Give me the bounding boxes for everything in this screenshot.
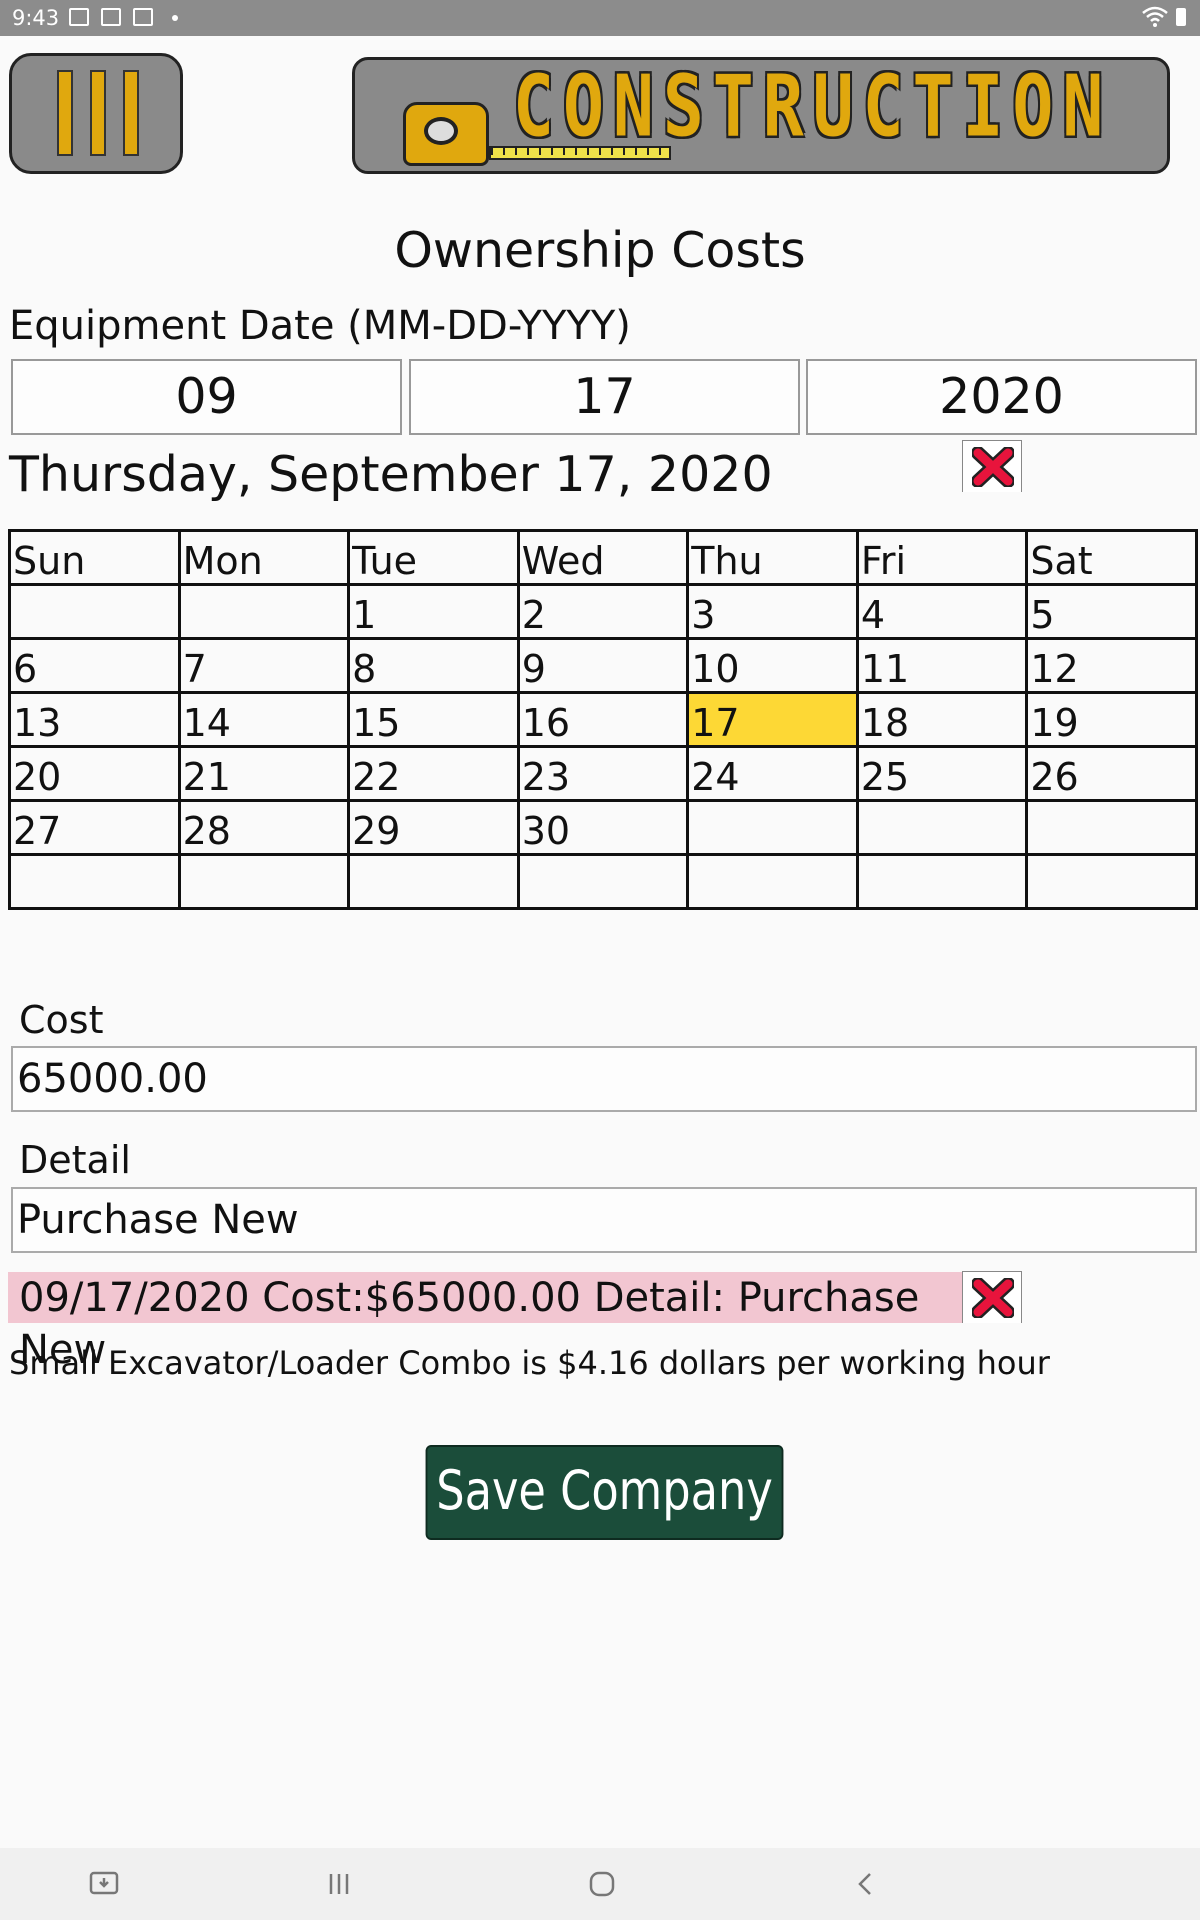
download-notification-icon (101, 8, 121, 26)
weekday-mon: Mon (177, 529, 351, 586)
menu-button[interactable] (9, 53, 183, 174)
calendar-day-16[interactable]: 16 (516, 691, 690, 748)
battery-icon (1176, 8, 1186, 26)
calendar-empty-cell (8, 583, 181, 640)
delete-entry-button[interactable] (962, 1271, 1022, 1323)
menu-icon-bar (90, 70, 106, 156)
calendar-empty-cell (347, 853, 520, 910)
red-x-icon (972, 447, 1014, 487)
weekday-tue: Tue (347, 529, 520, 586)
mail-notification-icon (133, 8, 153, 26)
calendar-week-row: 20 21 22 23 24 25 26 (8, 745, 1198, 802)
cost-label: Cost (19, 998, 104, 1042)
save-company-button[interactable]: Save Company (425, 1445, 784, 1540)
calendar-day-25[interactable]: 25 (855, 745, 1029, 802)
cost-entry-row[interactable]: 09/17/2020 Cost:$65000.00 Detail: Purcha… (8, 1272, 962, 1373)
calendar-day-18[interactable]: 18 (855, 691, 1029, 748)
wifi-icon (1141, 4, 1169, 33)
calendar-day-27[interactable]: 27 (8, 799, 181, 856)
weekday-sun: Sun (8, 529, 181, 586)
calendar-day-17[interactable]: 17 (686, 691, 859, 748)
red-x-icon (972, 1278, 1014, 1318)
rate-summary-text: Small Excavator/Loader Combo is $4.16 do… (9, 1344, 1050, 1382)
clear-date-button[interactable] (962, 440, 1022, 492)
long-date-text: Thursday, September 17, 2020 (9, 446, 773, 503)
menu-icon-bar (123, 70, 139, 156)
equipment-date-label: Equipment Date (MM-DD-YYYY) (9, 303, 631, 349)
calendar-day-20[interactable]: 20 (8, 745, 181, 802)
status-bar: 9:43 (0, 0, 1200, 36)
calendar-header-row: Sun Mon Tue Wed Thu Fri Sat (8, 529, 1198, 586)
calendar-empty-cell (8, 853, 181, 910)
weekday-wed: Wed (516, 529, 690, 586)
calendar-empty-cell (177, 583, 351, 640)
calendar-day-15[interactable]: 15 (347, 691, 520, 748)
date-day-field[interactable]: 17 (409, 359, 800, 435)
calendar-grid: Sun Mon Tue Wed Thu Fri Sat 1 2 3 4 5 6 7 8 9 10 1… (8, 529, 1198, 910)
detail-label: Detail (19, 1138, 131, 1182)
calendar-week-row: 6 7 8 9 10 11 12 (8, 637, 1198, 694)
calendar-empty-cell (177, 853, 351, 910)
calendar-day-19[interactable]: 19 (1025, 691, 1198, 748)
recent-apps-icon[interactable] (321, 1866, 357, 1902)
calendar-day-26[interactable]: 26 (1025, 745, 1198, 802)
calendar-body: 1 2 3 4 5 6 7 8 9 10 11 12 13 14 15 16 17 18 19 20 21 22 23 24 2… (8, 583, 1198, 910)
page-title: Ownership Costs (394, 222, 806, 279)
construction-logo: CONSTRUCTION (352, 57, 1170, 174)
calendar-day-1[interactable]: 1 (347, 583, 520, 640)
calendar-empty-cell (686, 853, 859, 910)
calendar-day-10[interactable]: 10 (686, 637, 859, 694)
calendar-day-7[interactable]: 7 (177, 637, 351, 694)
menu-icon (57, 70, 73, 156)
calendar-day-29[interactable]: 29 (347, 799, 520, 856)
calendar-empty-cell (516, 853, 690, 910)
cost-input[interactable]: 65000.00 (11, 1046, 1197, 1112)
calendar-day-6[interactable]: 6 (8, 637, 181, 694)
calendar-day-28[interactable]: 28 (177, 799, 351, 856)
calendar-day-24[interactable]: 24 (686, 745, 859, 802)
calendar-week-row: 27 28 29 30 (8, 799, 1198, 856)
calendar-day-11[interactable]: 11 (855, 637, 1029, 694)
calendar-empty-cell (855, 853, 1029, 910)
calendar-day-9[interactable]: 9 (516, 637, 690, 694)
gallery-notification-icon (69, 8, 89, 26)
calendar-day-4[interactable]: 4 (855, 583, 1029, 640)
weekday-thu: Thu (686, 529, 859, 586)
calendar-day-5[interactable]: 5 (1025, 583, 1198, 640)
calendar-day-30[interactable]: 30 (516, 799, 690, 856)
calendar-day-22[interactable]: 22 (347, 745, 520, 802)
calendar-day-23[interactable]: 23 (516, 745, 690, 802)
calendar-week-row: 13 14 15 16 17 18 19 (8, 691, 1198, 748)
date-year-field[interactable]: 2020 (806, 359, 1197, 435)
system-nav-bar (0, 1848, 1200, 1920)
detail-input[interactable]: Purchase New (11, 1187, 1197, 1253)
more-notifications-icon (172, 15, 178, 21)
weekday-sat: Sat (1025, 529, 1198, 586)
calendar-day-21[interactable]: 21 (177, 745, 351, 802)
calendar-empty-cell (855, 799, 1029, 856)
status-time: 9:43 (12, 6, 60, 30)
calendar-day-3[interactable]: 3 (686, 583, 859, 640)
calendar-day-14[interactable]: 14 (177, 691, 351, 748)
weekday-fri: Fri (855, 529, 1029, 586)
calendar-day-13[interactable]: 13 (8, 691, 181, 748)
tape-measure-icon (403, 102, 489, 166)
home-icon[interactable] (584, 1866, 620, 1902)
calendar-day-8[interactable]: 8 (347, 637, 520, 694)
calendar-week-row: 12345 (8, 583, 1198, 640)
calendar-empty-cell (686, 799, 859, 856)
date-month-field[interactable]: 09 (11, 359, 402, 435)
back-icon[interactable] (848, 1866, 884, 1902)
calendar-day-2[interactable]: 2 (516, 583, 690, 640)
calendar-empty-cell (1025, 799, 1198, 856)
calendar-day-12[interactable]: 12 (1025, 637, 1198, 694)
calendar-empty-cell (1025, 853, 1198, 910)
calendar-week-row (8, 853, 1198, 910)
screenshot-icon[interactable] (86, 1866, 122, 1902)
tape-measure-hole (424, 117, 458, 145)
logo-text: CONSTRUCTION (513, 58, 1113, 157)
